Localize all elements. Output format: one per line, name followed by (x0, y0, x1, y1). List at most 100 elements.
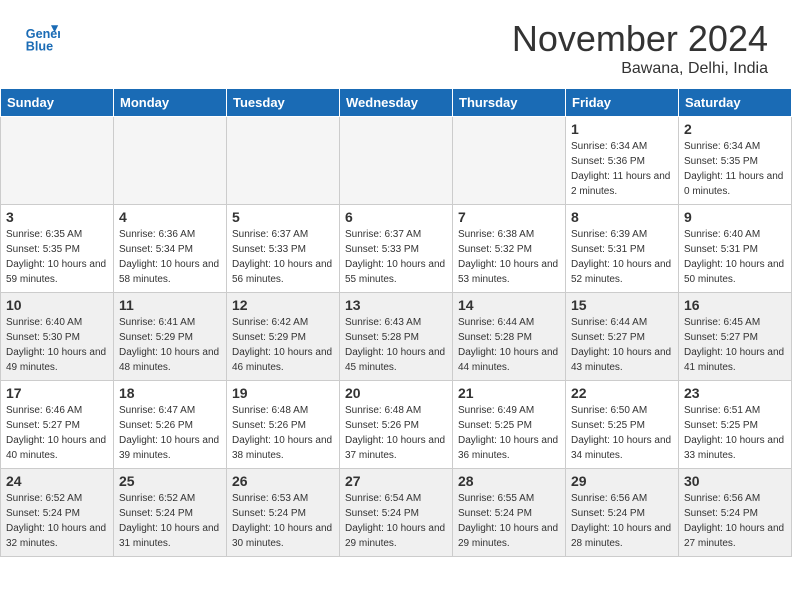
weekday-header-wednesday: Wednesday (340, 89, 453, 117)
calendar-day: 22 Sunrise: 6:50 AMSunset: 5:25 PMDayligh… (566, 381, 679, 469)
calendar-day: 3 Sunrise: 6:35 AMSunset: 5:35 PMDaylight… (1, 205, 114, 293)
day-number: 12 (232, 297, 334, 313)
day-number: 26 (232, 473, 334, 489)
calendar-day (1, 117, 114, 205)
day-info: Sunrise: 6:55 AMSunset: 5:24 PMDaylight:… (458, 491, 560, 551)
calendar-day: 12 Sunrise: 6:42 AMSunset: 5:29 PMDayligh… (227, 293, 340, 381)
day-number: 2 (684, 121, 786, 137)
day-number: 21 (458, 385, 560, 401)
day-info: Sunrise: 6:37 AMSunset: 5:33 PMDaylight:… (345, 227, 447, 287)
day-number: 17 (6, 385, 108, 401)
day-number: 7 (458, 209, 560, 225)
day-info: Sunrise: 6:52 AMSunset: 5:24 PMDaylight:… (6, 491, 108, 551)
calendar-week-5: 24 Sunrise: 6:52 AMSunset: 5:24 PMDayligh… (1, 469, 792, 557)
day-number: 30 (684, 473, 786, 489)
calendar-day: 30 Sunrise: 6:56 AMSunset: 5:24 PMDayligh… (679, 469, 792, 557)
day-info: Sunrise: 6:41 AMSunset: 5:29 PMDaylight:… (119, 315, 221, 375)
svg-text:Blue: Blue (26, 39, 53, 53)
day-info: Sunrise: 6:36 AMSunset: 5:34 PMDaylight:… (119, 227, 221, 287)
day-number: 4 (119, 209, 221, 225)
calendar-day: 9 Sunrise: 6:40 AMSunset: 5:31 PMDaylight… (679, 205, 792, 293)
calendar-day: 14Sunrise: 6:44 AMSunset: 5:28 PMDayligh… (453, 293, 566, 381)
day-info: Sunrise: 6:48 AMSunset: 5:26 PMDaylight:… (232, 403, 334, 463)
day-number: 6 (345, 209, 447, 225)
weekday-header-saturday: Saturday (679, 89, 792, 117)
calendar-day: 29 Sunrise: 6:56 AMSunset: 5:24 PMDayligh… (566, 469, 679, 557)
day-info: Sunrise: 6:34 AMSunset: 5:35 PMDaylight:… (684, 139, 786, 199)
day-info: Sunrise: 6:44 AMSunset: 5:27 PMDaylight:… (571, 315, 673, 375)
day-number: 29 (571, 473, 673, 489)
day-number: 3 (6, 209, 108, 225)
calendar-day (114, 117, 227, 205)
day-number: 15 (571, 297, 673, 313)
day-number: 19 (232, 385, 334, 401)
calendar-week-3: 10 Sunrise: 6:40 AMSunset: 5:30 PMDayligh… (1, 293, 792, 381)
day-info: Sunrise: 6:35 AMSunset: 5:35 PMDaylight:… (6, 227, 108, 287)
calendar-day: 6 Sunrise: 6:37 AMSunset: 5:33 PMDaylight… (340, 205, 453, 293)
calendar-day: 27 Sunrise: 6:54 AMSunset: 5:24 PMDayligh… (340, 469, 453, 557)
day-number: 16 (684, 297, 786, 313)
day-info: Sunrise: 6:51 AMSunset: 5:25 PMDaylight:… (684, 403, 786, 463)
day-info: Sunrise: 6:49 AMSunset: 5:25 PMDaylight:… (458, 403, 560, 463)
day-number: 18 (119, 385, 221, 401)
day-number: 20 (345, 385, 447, 401)
calendar-day (453, 117, 566, 205)
day-info: Sunrise: 6:48 AMSunset: 5:26 PMDaylight:… (345, 403, 447, 463)
day-info: Sunrise: 6:54 AMSunset: 5:24 PMDaylight:… (345, 491, 447, 551)
weekday-header-thursday: Thursday (453, 89, 566, 117)
calendar-day: 2 Sunrise: 6:34 AMSunset: 5:35 PMDaylight… (679, 117, 792, 205)
calendar-day: 16 Sunrise: 6:45 AMSunset: 5:27 PMDayligh… (679, 293, 792, 381)
day-number: 14 (458, 297, 560, 313)
day-info: Sunrise: 6:40 AMSunset: 5:30 PMDaylight:… (6, 315, 108, 375)
day-info: Sunrise: 6:56 AMSunset: 5:24 PMDaylight:… (571, 491, 673, 551)
day-info: Sunrise: 6:50 AMSunset: 5:25 PMDaylight:… (571, 403, 673, 463)
calendar-table: SundayMondayTuesdayWednesdayThursdayFrid… (0, 88, 792, 557)
calendar-day: 1Sunrise: 6:34 AMSunset: 5:36 PMDaylight… (566, 117, 679, 205)
calendar-day: 19 Sunrise: 6:48 AMSunset: 5:26 PMDayligh… (227, 381, 340, 469)
day-info: Sunrise: 6:42 AMSunset: 5:29 PMDaylight:… (232, 315, 334, 375)
page-header: General Blue November 2024 Bawana, Delhi… (0, 0, 792, 88)
day-info: Sunrise: 6:37 AMSunset: 5:33 PMDaylight:… (232, 227, 334, 287)
day-number: 25 (119, 473, 221, 489)
title-block: November 2024 Bawana, Delhi, India (512, 18, 768, 78)
calendar-day: 24 Sunrise: 6:52 AMSunset: 5:24 PMDayligh… (1, 469, 114, 557)
calendar-day: 4 Sunrise: 6:36 AMSunset: 5:34 PMDaylight… (114, 205, 227, 293)
calendar-day: 18 Sunrise: 6:47 AMSunset: 5:26 PMDayligh… (114, 381, 227, 469)
day-number: 8 (571, 209, 673, 225)
weekday-header-tuesday: Tuesday (227, 89, 340, 117)
weekday-header-sunday: Sunday (1, 89, 114, 117)
calendar-day (340, 117, 453, 205)
day-number: 9 (684, 209, 786, 225)
day-info: Sunrise: 6:38 AMSunset: 5:32 PMDaylight:… (458, 227, 560, 287)
calendar-day: 7 Sunrise: 6:38 AMSunset: 5:32 PMDaylight… (453, 205, 566, 293)
calendar-day: 10 Sunrise: 6:40 AMSunset: 5:30 PMDayligh… (1, 293, 114, 381)
calendar-day: 15 Sunrise: 6:44 AMSunset: 5:27 PMDayligh… (566, 293, 679, 381)
day-info: Sunrise: 6:52 AMSunset: 5:24 PMDaylight:… (119, 491, 221, 551)
calendar-day: 25 Sunrise: 6:52 AMSunset: 5:24 PMDayligh… (114, 469, 227, 557)
day-number: 22 (571, 385, 673, 401)
weekday-header-friday: Friday (566, 89, 679, 117)
day-info: Sunrise: 6:56 AMSunset: 5:24 PMDaylight:… (684, 491, 786, 551)
day-number: 1 (571, 121, 673, 137)
weekday-header-monday: Monday (114, 89, 227, 117)
day-number: 27 (345, 473, 447, 489)
day-info: Sunrise: 6:40 AMSunset: 5:31 PMDaylight:… (684, 227, 786, 287)
day-number: 28 (458, 473, 560, 489)
calendar-day: 8 Sunrise: 6:39 AMSunset: 5:31 PMDaylight… (566, 205, 679, 293)
calendar-day: 23Sunrise: 6:51 AMSunset: 5:25 PMDayligh… (679, 381, 792, 469)
calendar-day: 17 Sunrise: 6:46 AMSunset: 5:27 PMDayligh… (1, 381, 114, 469)
day-number: 11 (119, 297, 221, 313)
location: Bawana, Delhi, India (512, 60, 768, 78)
day-info: Sunrise: 6:46 AMSunset: 5:27 PMDaylight:… (6, 403, 108, 463)
logo-icon: General Blue (24, 18, 60, 54)
calendar-day (227, 117, 340, 205)
day-info: Sunrise: 6:45 AMSunset: 5:27 PMDaylight:… (684, 315, 786, 375)
day-info: Sunrise: 6:39 AMSunset: 5:31 PMDaylight:… (571, 227, 673, 287)
calendar-day: 13Sunrise: 6:43 AMSunset: 5:28 PMDayligh… (340, 293, 453, 381)
day-number: 24 (6, 473, 108, 489)
day-info: Sunrise: 6:47 AMSunset: 5:26 PMDaylight:… (119, 403, 221, 463)
calendar-day: 11 Sunrise: 6:41 AMSunset: 5:29 PMDayligh… (114, 293, 227, 381)
day-info: Sunrise: 6:53 AMSunset: 5:24 PMDaylight:… (232, 491, 334, 551)
day-number: 13 (345, 297, 447, 313)
day-number: 10 (6, 297, 108, 313)
